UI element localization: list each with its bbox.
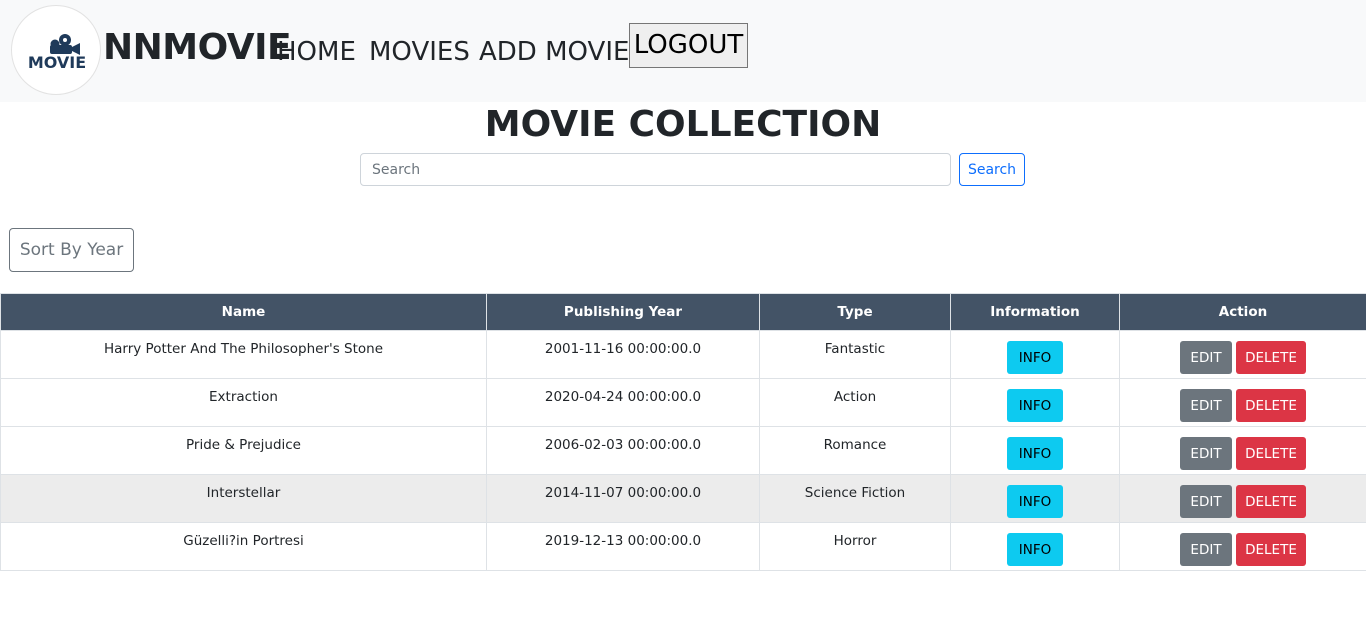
- delete-button[interactable]: DELETE: [1236, 341, 1306, 374]
- info-button[interactable]: INFO: [1007, 485, 1063, 518]
- table-row: Interstellar 2014-11-07 00:00:00.0 Scien…: [0, 474, 1366, 523]
- info-button[interactable]: INFO: [1007, 533, 1063, 566]
- info-cell: INFO: [950, 522, 1120, 571]
- table-row: Harry Potter And The Philosopher's Stone…: [0, 330, 1366, 379]
- search-input[interactable]: [360, 153, 951, 186]
- edit-button[interactable]: EDIT: [1180, 485, 1232, 518]
- table-row: Pride & Prejudice 2006-02-03 00:00:00.0 …: [0, 426, 1366, 475]
- movie-type: Fantastic: [759, 330, 951, 379]
- movie-year: 2020-04-24 00:00:00.0: [486, 378, 760, 427]
- logo[interactable]: MOVIE: [11, 5, 101, 95]
- delete-button[interactable]: DELETE: [1236, 485, 1306, 518]
- table-row: Güzelli?in Portresi 2019-12-13 00:00:00.…: [0, 522, 1366, 571]
- column-header-action: Action: [1119, 293, 1366, 331]
- info-cell: INFO: [950, 330, 1120, 379]
- edit-button[interactable]: EDIT: [1180, 533, 1232, 566]
- movie-type: Science Fiction: [759, 474, 951, 523]
- column-header-type: Type: [759, 293, 951, 331]
- column-header-information: Information: [950, 293, 1120, 331]
- movie-year: 2006-02-03 00:00:00.0: [486, 426, 760, 475]
- movie-type: Action: [759, 378, 951, 427]
- nav-link-home[interactable]: HOME: [277, 36, 356, 68]
- brand-name[interactable]: NNMOVIE: [103, 27, 292, 69]
- movies-table: Name Publishing Year Type Information Ac…: [0, 293, 1366, 571]
- info-button[interactable]: INFO: [1007, 389, 1063, 422]
- movie-year: 2014-11-07 00:00:00.0: [486, 474, 760, 523]
- movie-name: Extraction: [0, 378, 487, 427]
- movie-type: Romance: [759, 426, 951, 475]
- delete-button[interactable]: DELETE: [1236, 437, 1306, 470]
- delete-button[interactable]: DELETE: [1236, 533, 1306, 566]
- column-header-name: Name: [0, 293, 487, 331]
- edit-button[interactable]: EDIT: [1180, 389, 1232, 422]
- search-button[interactable]: Search: [959, 153, 1025, 186]
- delete-button[interactable]: DELETE: [1236, 389, 1306, 422]
- info-button[interactable]: INFO: [1007, 341, 1063, 374]
- logout-button[interactable]: LOGOUT: [629, 23, 748, 68]
- movie-name: Interstellar: [0, 474, 487, 523]
- info-cell: INFO: [950, 426, 1120, 475]
- info-button[interactable]: INFO: [1007, 437, 1063, 470]
- movie-name: Harry Potter And The Philosopher's Stone: [0, 330, 487, 379]
- action-cell: EDIT DELETE: [1119, 426, 1366, 475]
- edit-button[interactable]: EDIT: [1180, 341, 1232, 374]
- page-title: MOVIE COLLECTION: [484, 104, 882, 145]
- movie-year: 2001-11-16 00:00:00.0: [486, 330, 760, 379]
- action-cell: EDIT DELETE: [1119, 474, 1366, 523]
- navbar: MOVIE NNMOVIE HOME MOVIES ADD MOVIE LOGO…: [0, 0, 1366, 102]
- action-cell: EDIT DELETE: [1119, 378, 1366, 427]
- action-cell: EDIT DELETE: [1119, 522, 1366, 571]
- nav-link-add-movie[interactable]: ADD MOVIE: [479, 36, 629, 68]
- info-cell: INFO: [950, 378, 1120, 427]
- movie-name: Güzelli?in Portresi: [0, 522, 487, 571]
- table-header-row: Name Publishing Year Type Information Ac…: [0, 293, 1366, 331]
- sort-by-year-button[interactable]: Sort By Year: [9, 228, 134, 272]
- column-header-publishing-year: Publishing Year: [486, 293, 760, 331]
- nav-link-movies[interactable]: MOVIES: [369, 36, 470, 68]
- action-cell: EDIT DELETE: [1119, 330, 1366, 379]
- edit-button[interactable]: EDIT: [1180, 437, 1232, 470]
- movie-name: Pride & Prejudice: [0, 426, 487, 475]
- info-cell: INFO: [950, 474, 1120, 523]
- film-camera-icon: MOVIE: [28, 34, 86, 72]
- table-row: Extraction 2020-04-24 00:00:00.0 Action …: [0, 378, 1366, 427]
- movie-year: 2019-12-13 00:00:00.0: [486, 522, 760, 571]
- movie-type: Horror: [759, 522, 951, 571]
- logo-text: MOVIE: [28, 53, 86, 72]
